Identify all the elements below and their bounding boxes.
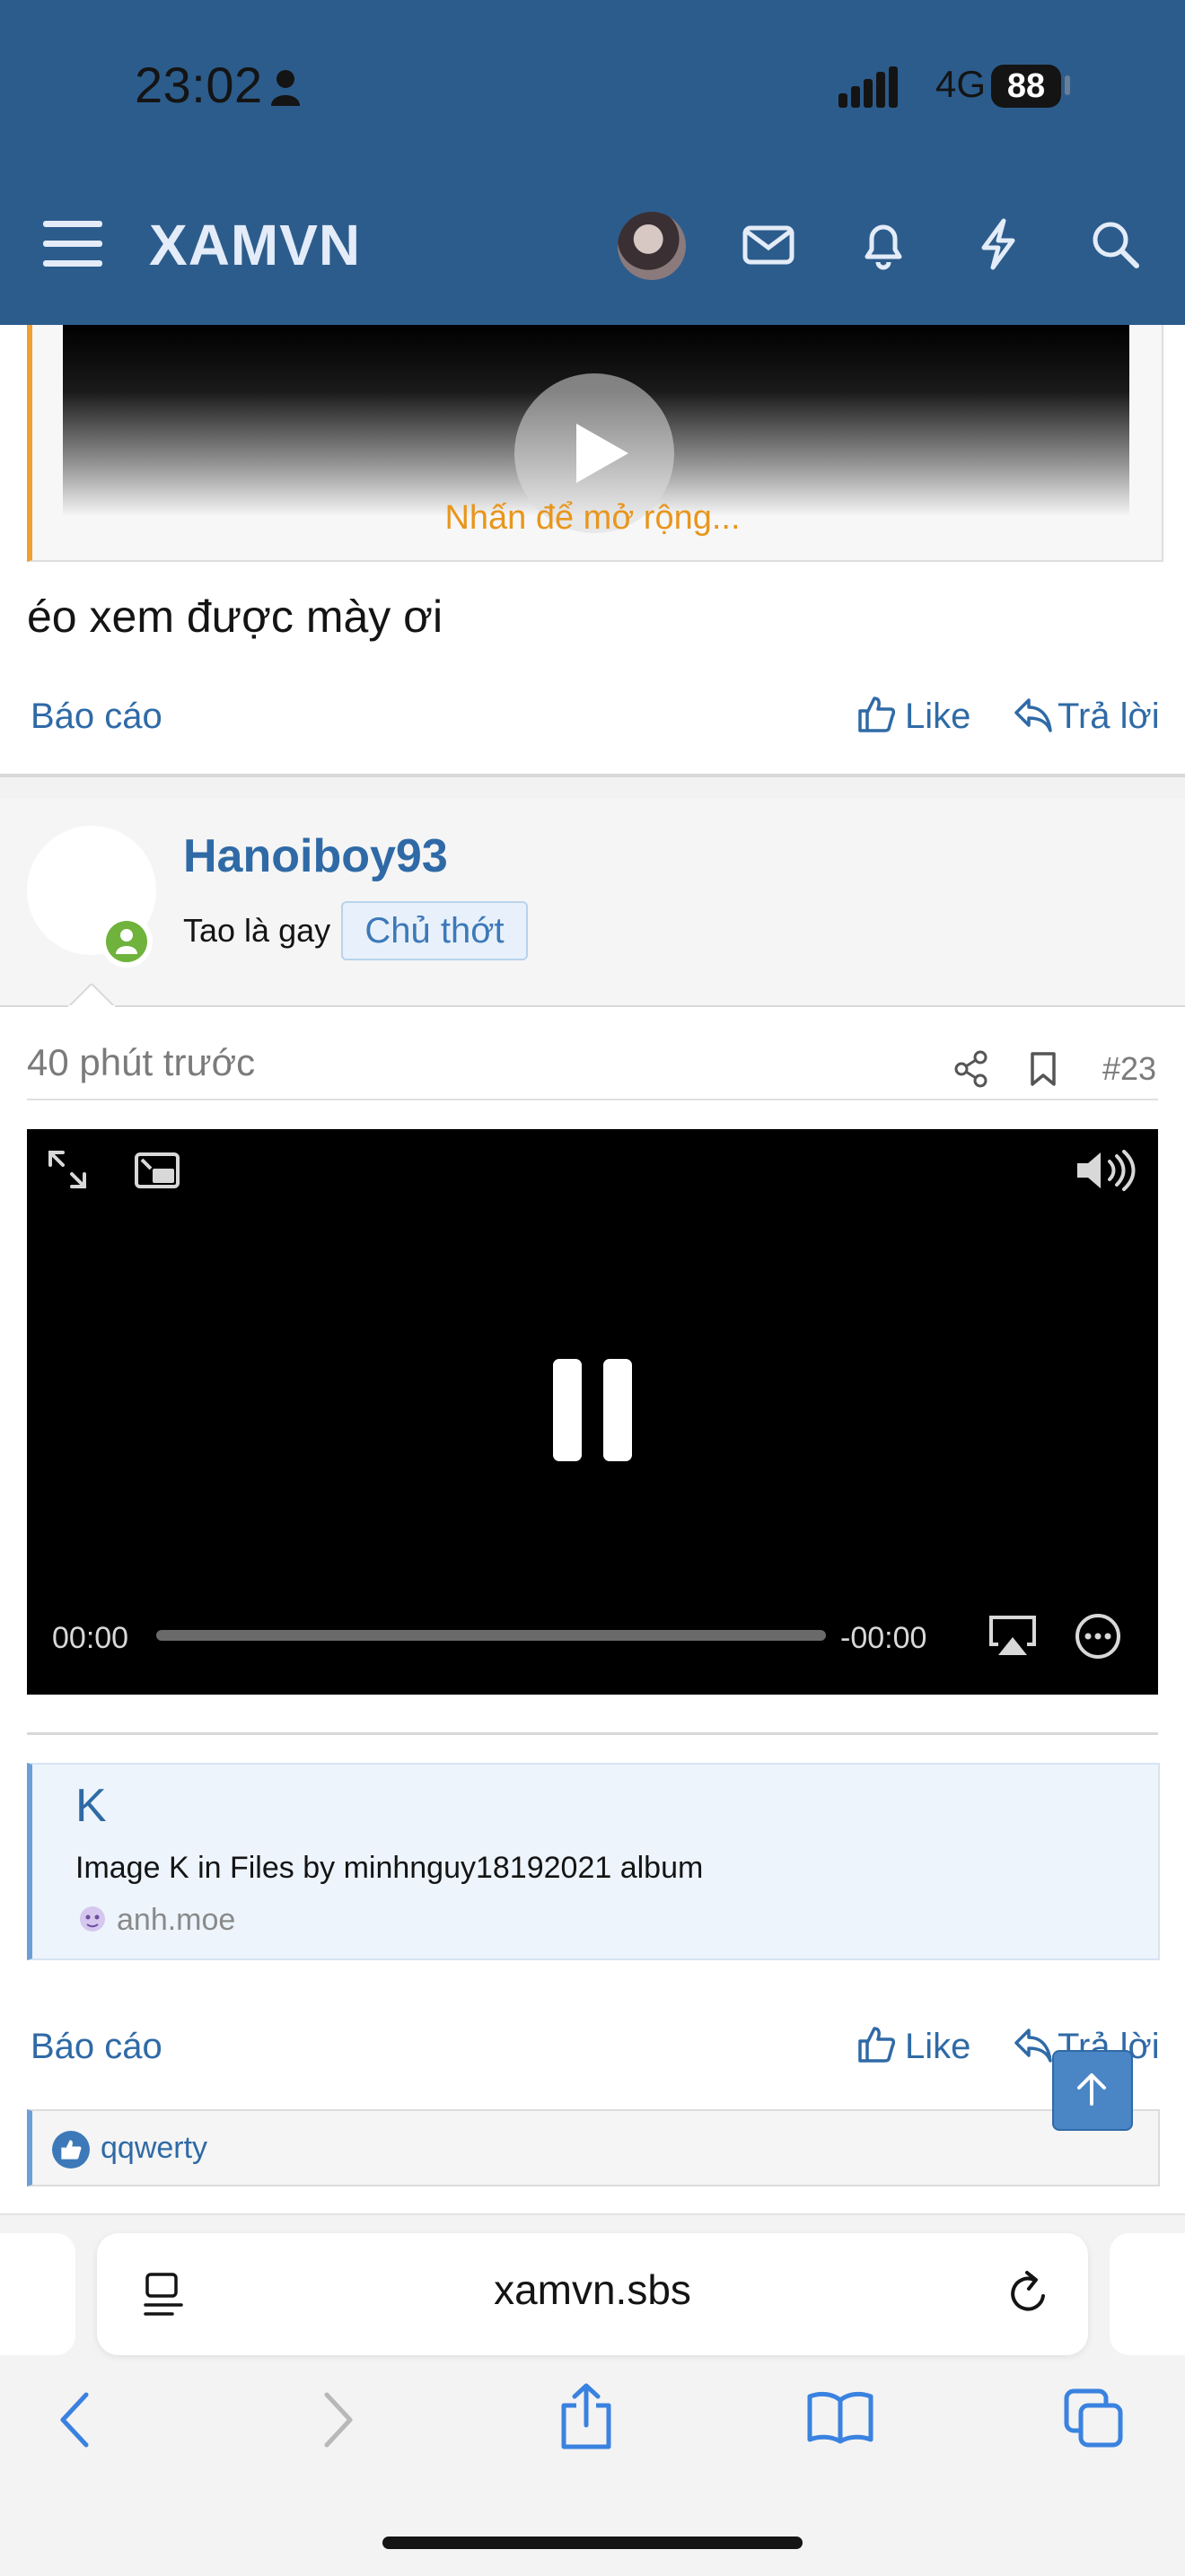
post-user-header <box>0 799 1185 1007</box>
site-favicon-icon <box>80 1906 105 1932</box>
previous-tab-preview[interactable] <box>0 2233 75 2355</box>
url-text[interactable]: xamvn.sbs <box>97 2265 1088 2314</box>
embed-site-name: anh.moe <box>117 1903 236 1937</box>
more-options-icon[interactable] <box>1074 1612 1122 1660</box>
signal-icon <box>838 66 898 108</box>
site-logo[interactable]: XAMVN <box>149 212 361 278</box>
content-divider <box>27 1732 1158 1735</box>
thumbs-up-icon <box>61 2140 82 2160</box>
expand-quote-link[interactable]: Nhấn để mở rộng... <box>0 499 1185 538</box>
menu-icon[interactable] <box>43 219 102 269</box>
reply-button[interactable]: Trả lời <box>1058 697 1160 737</box>
network-type: 4G <box>935 63 987 105</box>
report-link[interactable]: Báo cáo <box>31 697 162 737</box>
share-icon[interactable] <box>953 1050 989 1088</box>
reply-icon[interactable] <box>1013 2027 1052 2063</box>
post-header-divider <box>27 1099 1158 1100</box>
person-icon <box>271 70 300 106</box>
report-link[interactable]: Báo cáo <box>31 2027 162 2067</box>
bookmarks-icon[interactable] <box>806 2389 874 2445</box>
battery-indicator: 88 <box>991 65 1061 108</box>
thumbs-up-icon[interactable] <box>856 695 896 734</box>
video-progress-bar[interactable] <box>156 1630 826 1641</box>
poster-user-title: Tao là gay <box>183 912 331 949</box>
video-current-time: 00:00 <box>52 1621 129 1655</box>
battery-tip <box>1065 75 1070 95</box>
post-timestamp[interactable]: 40 phút trước <box>27 1041 255 1084</box>
back-icon[interactable] <box>57 2391 93 2449</box>
bookmark-icon[interactable] <box>1029 1050 1058 1088</box>
arrow-up-icon <box>1077 2073 1106 2106</box>
volume-icon[interactable] <box>1074 1149 1137 1192</box>
search-icon[interactable] <box>1086 215 1144 273</box>
fullscreen-icon[interactable] <box>45 1147 90 1192</box>
post-number[interactable]: #23 <box>1102 1050 1156 1088</box>
reload-icon[interactable] <box>1004 2269 1054 2319</box>
user-avatar[interactable] <box>618 212 686 280</box>
poster-username[interactable]: Hanoiboy93 <box>183 829 448 883</box>
embed-description: Image K in Files by minhnguy18192021 alb… <box>75 1851 704 1885</box>
message-notch <box>68 984 115 1007</box>
like-button[interactable]: Like <box>905 697 970 737</box>
status-time: 23:02 <box>135 57 263 113</box>
pause-icon[interactable] <box>551 1357 634 1465</box>
like-button[interactable]: Like <box>905 2027 970 2067</box>
next-tab-preview[interactable] <box>1110 2233 1185 2355</box>
video-remaining-time: -00:00 <box>840 1621 927 1655</box>
embed-title[interactable]: K <box>75 1779 107 1833</box>
thumbs-up-icon[interactable] <box>856 2025 896 2064</box>
home-indicator <box>382 2537 803 2549</box>
thread-starter-badge: Chủ thớt <box>341 901 528 960</box>
reply-icon[interactable] <box>1013 697 1052 732</box>
reaction-username[interactable]: qqwerty <box>101 2131 207 2166</box>
play-icon <box>576 424 628 483</box>
share-icon[interactable] <box>558 2382 614 2450</box>
tabs-icon[interactable] <box>1063 2388 1124 2449</box>
post-gap <box>0 777 1185 799</box>
lightning-icon[interactable] <box>970 215 1027 273</box>
mail-icon[interactable] <box>740 215 797 273</box>
online-user-icon <box>116 929 137 954</box>
forward-icon <box>324 2392 353 2448</box>
bell-icon[interactable] <box>855 215 912 273</box>
picture-in-picture-icon[interactable] <box>133 1151 181 1192</box>
post-message-text: éo xem được mày ơi <box>27 591 443 642</box>
airplay-icon[interactable] <box>988 1614 1038 1657</box>
